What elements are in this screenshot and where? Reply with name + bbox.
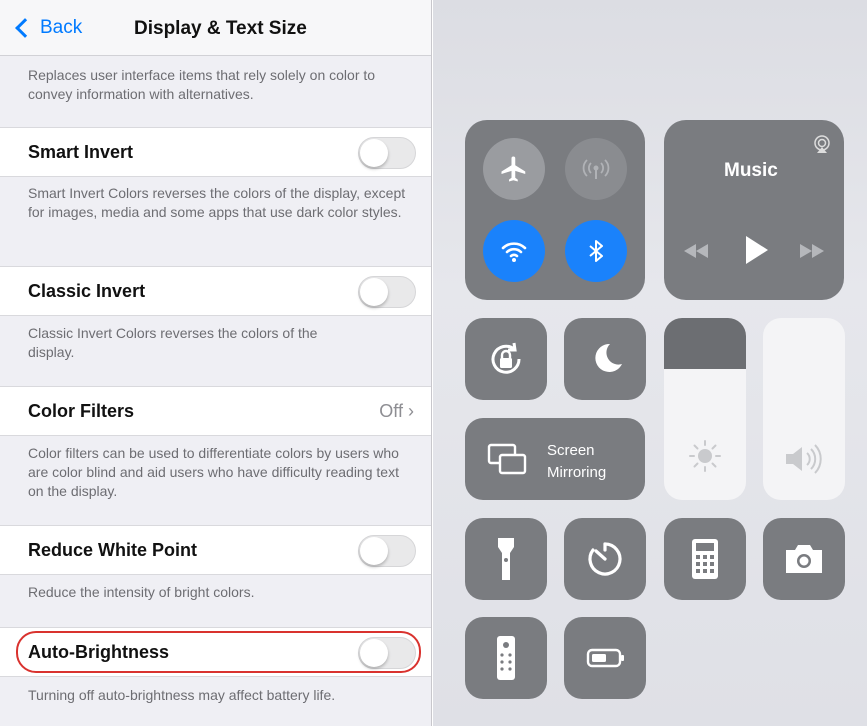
camera-icon [786,545,822,573]
volume-icon [786,444,822,474]
remote-icon [497,636,515,680]
back-button[interactable]: Back [14,17,82,39]
toggle-knob [360,278,388,306]
fast-forward-icon[interactable] [798,242,826,260]
screen-mirroring-icon [487,443,527,475]
bluetooth-button[interactable] [565,220,627,282]
color-filters-value: Off › [379,401,414,421]
brightness-icon [689,440,721,472]
calculator-icon [692,539,718,579]
volume-slider[interactable] [763,318,845,500]
reduce-white-point-toggle[interactable] [358,535,416,567]
reduce-white-point-row[interactable]: Reduce White Point [0,525,431,575]
control-center: Music Screen Mirroring [433,0,867,726]
connectivity-module [465,120,645,300]
navigation-bar: Back Display & Text Size [0,0,431,56]
low-power-mode-button[interactable] [564,617,646,699]
apple-tv-remote-button[interactable] [465,617,547,699]
wifi-icon [501,242,527,262]
airplay-icon [814,135,830,153]
smart-invert-toggle[interactable] [358,137,416,169]
color-filters-description: Color filters can be used to differentia… [28,445,399,499]
bluetooth-icon [589,240,603,262]
screen-mirroring-label: Screen Mirroring [547,442,607,481]
do-not-disturb-button[interactable] [564,318,646,400]
timer-button[interactable] [564,518,646,600]
reduce-white-point-description: Reduce the intensity of bright colors. [28,584,255,600]
battery-icon [586,648,624,668]
row-label: Classic Invert [28,281,146,301]
play-icon[interactable] [744,234,770,266]
chevron-left-icon [15,18,35,38]
airplane-mode-button[interactable] [483,138,545,200]
section-description: Replaces user interface items that rely … [28,67,376,102]
flashlight-icon [498,538,514,580]
chevron-right-icon: › [408,401,414,421]
music-title: Music [724,160,778,181]
back-label: Back [40,17,83,38]
toggle-knob [360,537,388,565]
calculator-button[interactable] [664,518,746,600]
airplane-icon [501,156,526,182]
auto-brightness-highlight [16,631,421,673]
row-label: Smart Invert [28,142,134,162]
settings-screen: Back Display & Text Size Replaces user i… [0,0,432,726]
classic-invert-row[interactable]: Classic Invert [0,266,431,316]
cellular-data-button[interactable] [565,138,627,200]
smart-invert-description: Smart Invert Colors reverses the colors … [28,185,406,220]
toggle-knob [360,139,388,167]
orientation-lock-icon [491,342,521,374]
flashlight-button[interactable] [465,518,547,600]
row-label: Color Filters [28,401,135,421]
page-title: Display & Text Size [134,18,307,39]
classic-invert-toggle[interactable] [358,276,416,308]
rewind-icon[interactable] [682,242,710,260]
orientation-lock-button[interactable] [465,318,547,400]
brightness-slider[interactable] [664,318,746,500]
cellular-icon [582,159,610,179]
screen-mirroring-button[interactable]: Screen Mirroring [465,418,645,500]
do-not-disturb-icon [595,343,622,372]
classic-invert-description: Classic Invert Colors reverses the color… [28,325,318,360]
timer-icon [588,542,622,576]
wifi-button[interactable] [483,220,545,282]
music-module[interactable]: Music [664,120,844,300]
color-filters-row[interactable]: Color Filters Off › [0,386,431,436]
camera-button[interactable] [763,518,845,600]
row-label: Reduce White Point [28,540,198,560]
smart-invert-row[interactable]: Smart Invert [0,127,431,177]
auto-brightness-description: Turning off auto-brightness may affect b… [28,687,336,703]
brightness-slider-track [664,318,746,369]
